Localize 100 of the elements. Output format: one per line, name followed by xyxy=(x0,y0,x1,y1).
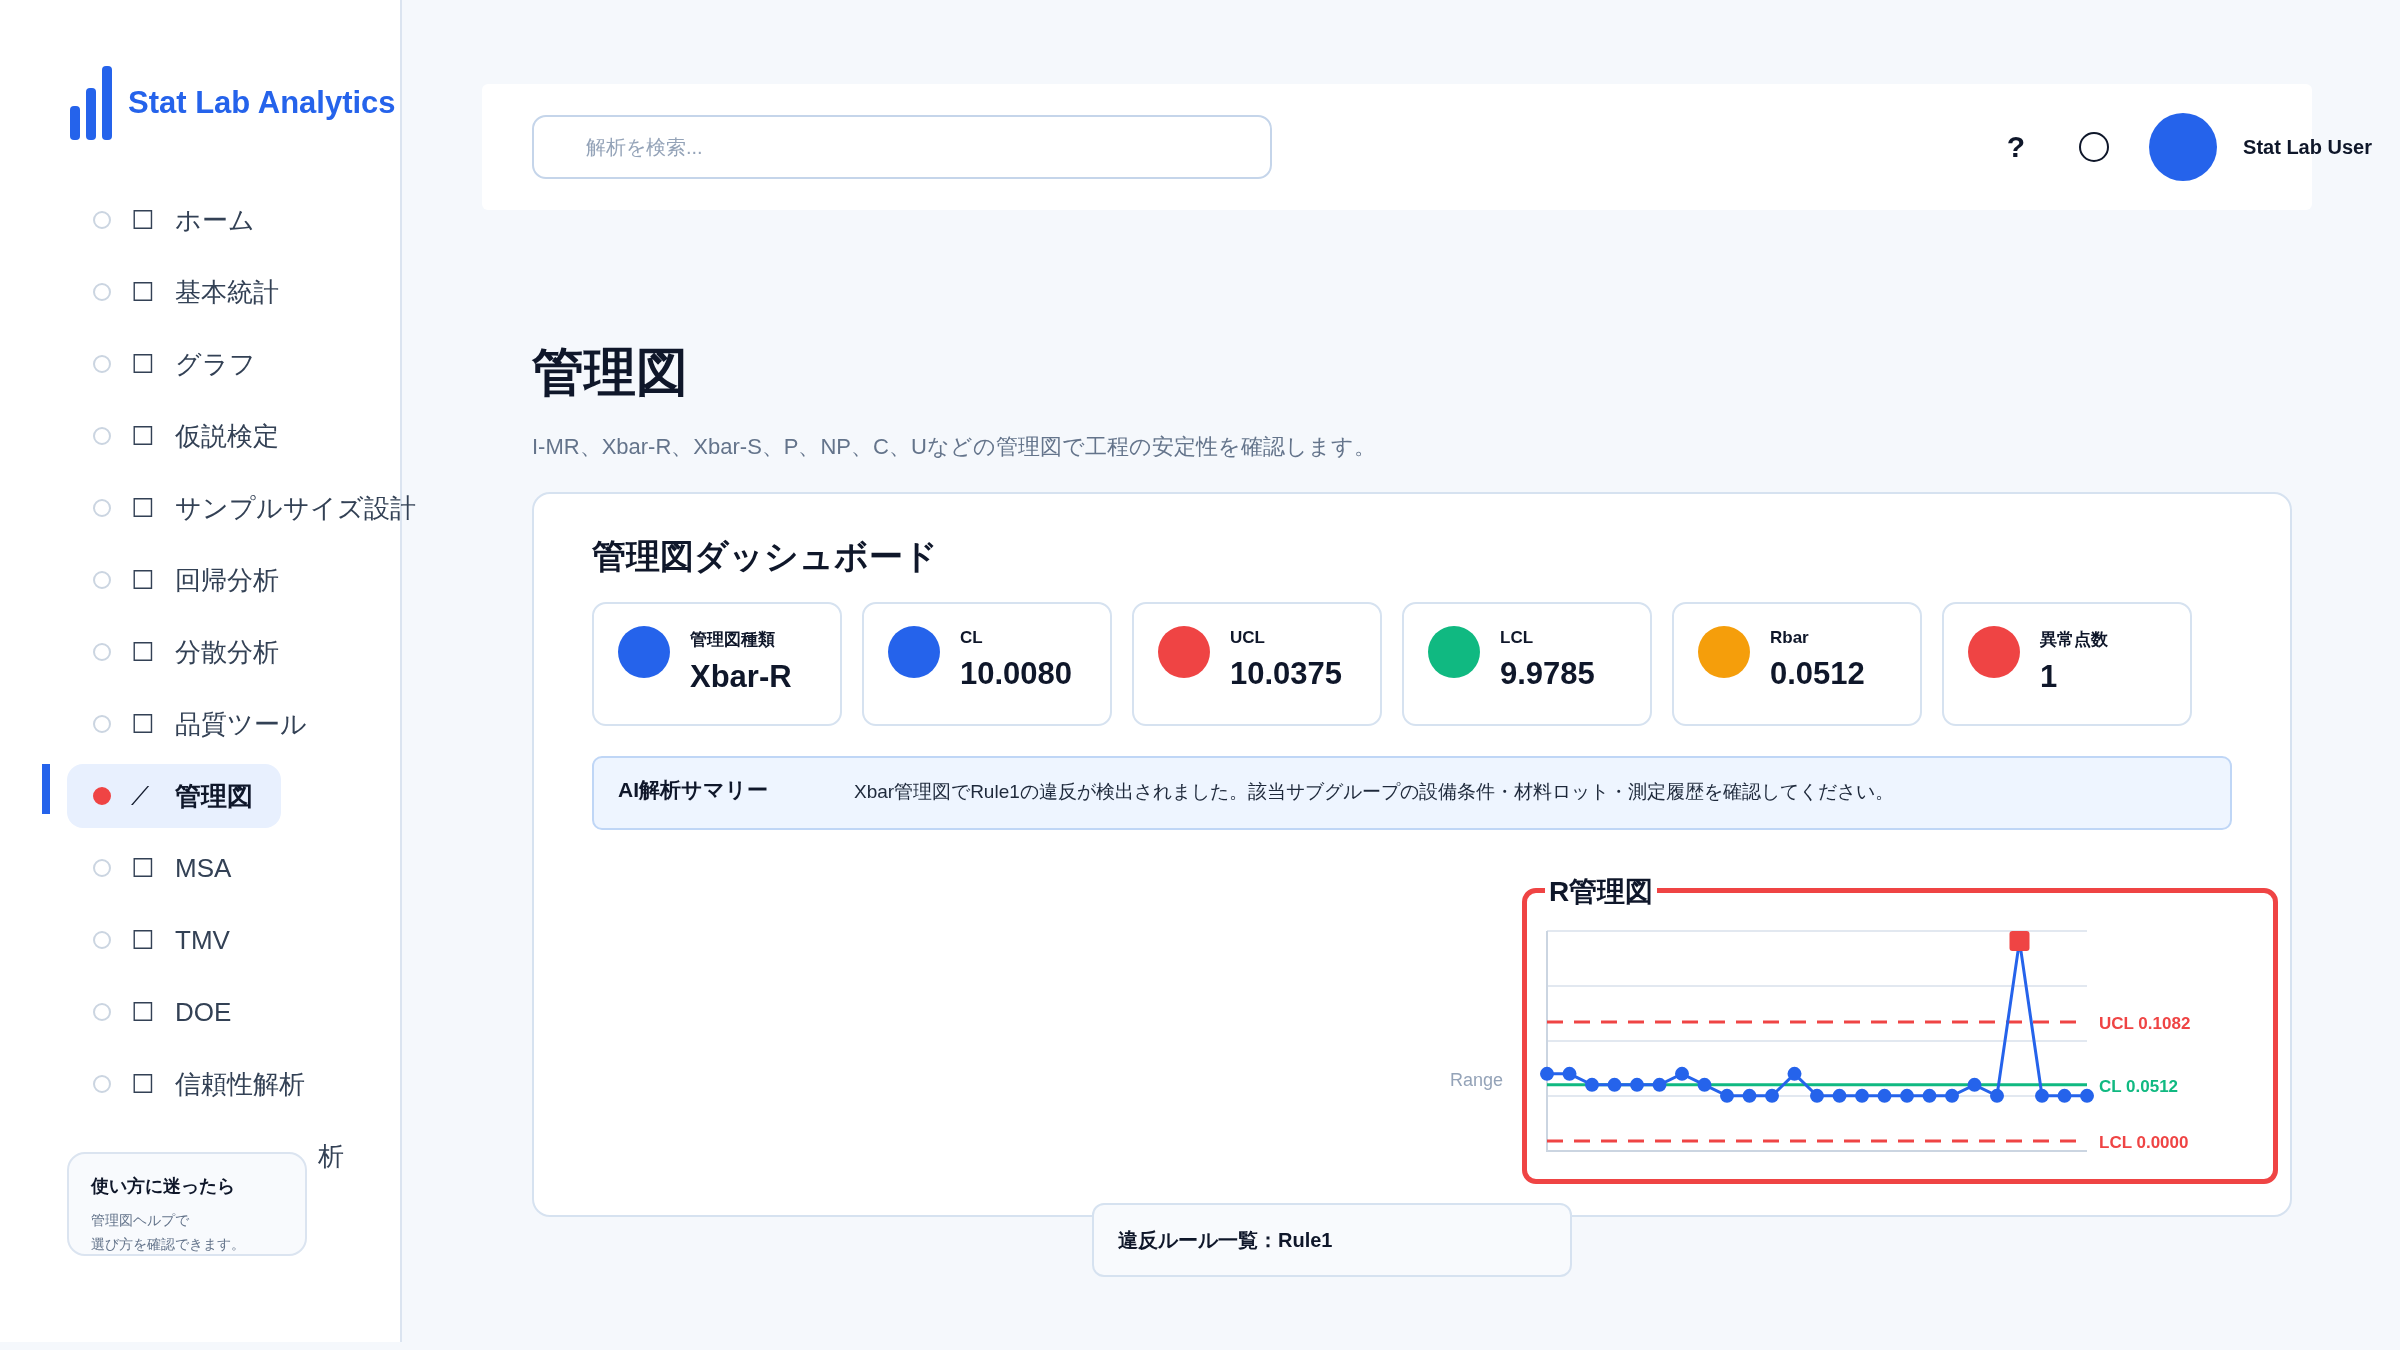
data-point xyxy=(1990,1088,2004,1103)
data-point xyxy=(2035,1088,2049,1103)
status-dot xyxy=(93,787,111,805)
violation-card: 違反ルール一覧：Rule1 xyxy=(1092,1203,1572,1277)
nav-item[interactable]: ☐ 信頼性解析 xyxy=(67,1052,333,1116)
stat-value: Xbar-R xyxy=(690,659,792,695)
nav-item[interactable]: ☐ グラフ xyxy=(67,332,284,396)
nav-item-label: 仮説検定 xyxy=(175,419,279,453)
stat-value: 0.0512 xyxy=(1770,656,1865,692)
square-icon: ☐ xyxy=(131,708,155,740)
data-point xyxy=(1585,1077,1599,1092)
square-icon: ☐ xyxy=(131,1068,155,1100)
status-dot xyxy=(93,1003,111,1021)
nav-item-label: 分散分析 xyxy=(175,635,279,669)
data-point xyxy=(2080,1088,2094,1103)
limit-label: UCL 0.1082 xyxy=(2099,1014,2191,1033)
nav-item-label: DOE xyxy=(175,996,232,1028)
square-icon: ☐ xyxy=(131,204,155,236)
nav-item-label: ホーム xyxy=(175,203,255,237)
status-dot xyxy=(93,571,111,589)
nav-item-label: MSA xyxy=(175,852,232,884)
data-point xyxy=(1742,1088,1757,1103)
nav-item[interactable]: ☐ ホーム xyxy=(67,188,283,252)
data-point xyxy=(1607,1077,1622,1092)
nav-item-label[interactable]: 析 xyxy=(318,1138,344,1174)
square-icon: ☐ xyxy=(131,492,155,524)
status-dot xyxy=(93,211,111,229)
square-icon: ☐ xyxy=(131,276,155,308)
square-icon: ☐ xyxy=(131,348,155,380)
brand-name: Stat Lab Analytics xyxy=(128,85,396,121)
stat-label: CL xyxy=(960,628,984,648)
status-dot xyxy=(93,859,111,877)
status-dot xyxy=(93,1075,111,1093)
circle-icon[interactable] xyxy=(2079,132,2110,162)
nav-item[interactable]: ⟋ 管理図 xyxy=(67,764,281,828)
nav-item-label: 基本統計 xyxy=(175,275,279,309)
nav-item[interactable]: ☐ 基本統計 xyxy=(67,260,307,324)
summary-text: Xbar管理図でRule1の違反が検出されました。該当サブグループの設備条件・材料ロット・測定履歴を確認してください。 xyxy=(854,780,1894,804)
square-icon: ☐ xyxy=(131,996,155,1028)
bar-chart-logo-icon xyxy=(70,66,114,140)
dashboard-title: 管理図ダッシュボード xyxy=(592,536,939,577)
help-text: 管理図ヘルプで xyxy=(91,1211,190,1230)
limit-label: CL 0.0512 xyxy=(2099,1076,2179,1096)
active-indicator xyxy=(42,764,50,814)
stat-label: 管理図種類 xyxy=(690,629,776,651)
nav-item[interactable]: ☐ 仮説検定 xyxy=(67,404,307,468)
summary-title: AI解析サマリー xyxy=(618,777,769,803)
data-point xyxy=(1630,1077,1644,1092)
nav-item[interactable]: ☐ MSA xyxy=(67,836,260,900)
stat-label: UCL xyxy=(1230,628,1266,648)
nav-item[interactable]: ☐ TMV xyxy=(67,908,258,972)
stat-label: 異常点数 xyxy=(2040,629,2108,651)
data-point xyxy=(1787,1066,1802,1081)
status-dot xyxy=(93,427,111,445)
outlier-point xyxy=(2009,930,2030,951)
nav-item[interactable]: ☐ 分散分析 xyxy=(67,620,307,684)
stat-label: Rbar xyxy=(1770,628,1810,648)
data-point xyxy=(1810,1088,1824,1103)
limit-label: LCL 0.0000 xyxy=(2099,1132,2189,1152)
stat-label: LCL xyxy=(1500,628,1535,648)
nav-item-label: 回帰分析 xyxy=(175,563,279,597)
data-point xyxy=(1832,1088,1847,1103)
square-icon: ☐ xyxy=(131,924,155,956)
data-point xyxy=(1945,1088,1959,1103)
square-icon: ☐ xyxy=(131,420,155,452)
status-dot xyxy=(93,355,111,373)
square-icon: ☐ xyxy=(131,636,155,668)
help-button[interactable]: ? xyxy=(2006,130,2026,164)
nav-item[interactable]: ☐ 品質ツール xyxy=(67,692,335,756)
data-point xyxy=(1967,1077,1982,1092)
data-point xyxy=(1675,1066,1689,1081)
line-icon: ⟋ xyxy=(131,780,155,812)
nav-item-label: サンプルサイズ設計 xyxy=(175,491,416,525)
data-point xyxy=(1855,1088,1869,1103)
help-text: 選び方を確認できます。 xyxy=(91,1235,246,1254)
data-point xyxy=(1652,1077,1667,1092)
help-title: 使い方に迷ったら xyxy=(91,1175,236,1198)
nav-item[interactable]: ☐ サンプルサイズ設計 xyxy=(67,476,444,540)
square-icon: ☐ xyxy=(131,852,155,884)
stat-value: 9.9785 xyxy=(1500,656,1595,692)
status-dot xyxy=(93,931,111,949)
nav-item-label: グラフ xyxy=(175,347,256,381)
square-icon: ☐ xyxy=(131,564,155,596)
data-point xyxy=(1900,1088,1914,1103)
page-subtitle: I-MR、Xbar-R、Xbar-S、P、NP、C、Uなどの管理図で工程の安定性を確認します。 xyxy=(532,433,1377,461)
nav-item[interactable]: ☐ 回帰分析 xyxy=(67,548,307,612)
stat-value: 10.0375 xyxy=(1230,656,1343,692)
stat-value: 1 xyxy=(2040,659,2059,695)
nav-item-label: TMV xyxy=(175,924,230,956)
nav-item-label: 管理図 xyxy=(175,779,253,813)
axis-label: Range xyxy=(1450,1070,1504,1091)
data-point xyxy=(1562,1066,1577,1081)
data-point xyxy=(1540,1066,1554,1081)
data-point xyxy=(1720,1088,1734,1103)
nav-item-label: 品質ツール xyxy=(175,707,307,741)
search-field[interactable]: 解析を検索... xyxy=(532,115,1272,179)
stat-value: 10.0080 xyxy=(960,656,1073,692)
nav-item-label: 信頼性解析 xyxy=(175,1067,305,1101)
data-point xyxy=(1765,1088,1779,1103)
nav-item[interactable]: ☐ DOE xyxy=(67,980,260,1044)
